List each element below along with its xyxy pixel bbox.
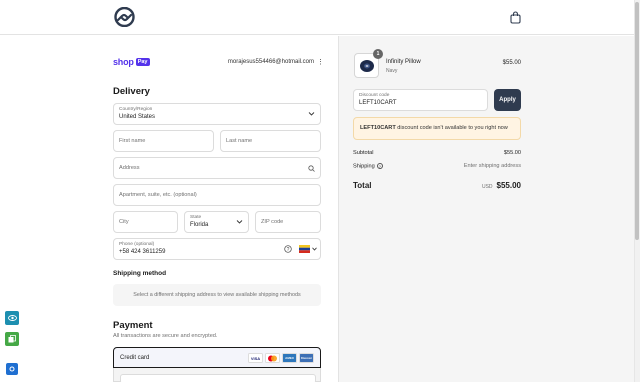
- copy-icon[interactable]: [5, 332, 19, 346]
- discount-code-field[interactable]: Discount code LEFT10CART: [353, 89, 488, 111]
- shipping-value: Enter shipping address: [463, 163, 521, 169]
- country-label: Country/Region: [119, 107, 153, 112]
- country-select[interactable]: Country/Region United States: [113, 103, 321, 125]
- credit-card-label: Credit card: [120, 355, 150, 361]
- account-email: morajesus554466@hotmail.com: [227, 59, 314, 65]
- chevron-down-icon: [236, 220, 243, 224]
- zip-placeholder: ZIP code: [261, 219, 284, 225]
- shopping-bag-icon[interactable]: [510, 11, 521, 24]
- warning-text: discount code isn't available to you rig…: [395, 125, 508, 131]
- chevron-down-icon: [312, 247, 317, 251]
- phone-label: Phone (optional): [119, 242, 155, 247]
- header: [0, 0, 634, 35]
- product-name: Infinity Pillow: [386, 59, 421, 65]
- total-row: Total USD $55.00: [353, 181, 521, 190]
- eye-icon[interactable]: [5, 311, 19, 325]
- more-vertical-icon[interactable]: ⋮: [317, 58, 324, 66]
- state-value: Florida: [190, 222, 209, 228]
- zip-field[interactable]: ZIP code: [255, 211, 321, 233]
- store-logo-icon[interactable]: [112, 7, 137, 27]
- search-icon: [308, 165, 315, 172]
- help-circle-icon[interactable]: ?: [376, 163, 383, 169]
- shop-pay-badge: shop Pay: [113, 56, 150, 68]
- shop-pay-pay-label: Pay: [135, 58, 150, 66]
- subtotal-row: Subtotal $55.00: [353, 150, 521, 156]
- delivery-heading: Delivery: [113, 86, 150, 97]
- total-value: $55.00: [496, 181, 521, 190]
- credit-card-fields: [113, 368, 321, 382]
- scrollbar-thumb[interactable]: [635, 2, 639, 240]
- mastercard-icon: [265, 353, 280, 363]
- address-field[interactable]: Address: [113, 157, 321, 179]
- warning-code: LEFT10CART: [360, 125, 396, 131]
- shop-pay-wordmark: shop: [113, 57, 134, 67]
- discount-code-label: Discount code: [359, 93, 390, 98]
- scrollbar[interactable]: [634, 0, 640, 382]
- city-field[interactable]: City: [113, 211, 178, 233]
- shipping-row: Shipping? Enter shipping address: [353, 163, 521, 169]
- apartment-field[interactable]: Apartment, suite, etc. (optional): [113, 184, 321, 206]
- product-price: $55.00: [502, 60, 521, 66]
- payment-heading: Payment: [113, 320, 153, 331]
- discount-warning: LEFT10CART discount code isn't available…: [353, 117, 521, 140]
- credit-card-option[interactable]: Credit card VISA AMEX Discover: [113, 347, 321, 368]
- quantity-badge: 1: [373, 49, 383, 59]
- help-circle-icon[interactable]: ?: [284, 245, 292, 253]
- shipping-label: Shipping: [353, 163, 375, 170]
- discover-icon: Discover: [299, 353, 314, 363]
- address-placeholder: Address: [119, 165, 140, 171]
- last-name-field[interactable]: Last name: [220, 130, 321, 152]
- card-number-field[interactable]: [120, 374, 316, 382]
- country-value: United States: [119, 114, 156, 120]
- subtotal-label: Subtotal: [353, 150, 374, 156]
- last-name-placeholder: Last name: [226, 138, 253, 144]
- shipping-method-message: Select a different shipping address to v…: [113, 284, 321, 306]
- settings-icon[interactable]: [6, 363, 18, 375]
- state-label: State: [190, 215, 202, 220]
- phone-field[interactable]: Phone (optional) +58 424 3611259 ?: [113, 238, 321, 260]
- product-variant: Navy: [386, 68, 398, 74]
- order-summary-panel: [338, 36, 634, 382]
- subtotal-value: $55.00: [503, 150, 521, 156]
- apartment-placeholder: Apartment, suite, etc. (optional): [119, 192, 197, 198]
- amex-icon: AMEX: [282, 353, 297, 363]
- payment-subtitle: All transactions are secure and encrypte…: [113, 333, 218, 339]
- city-placeholder: City: [119, 219, 129, 225]
- state-select[interactable]: State Florida: [184, 211, 249, 233]
- venezuela-flag-icon[interactable]: [299, 245, 310, 253]
- apply-button[interactable]: Apply: [494, 89, 521, 111]
- shipping-method-heading: Shipping method: [113, 270, 167, 277]
- chevron-down-icon: [308, 112, 315, 116]
- total-label: Total: [353, 181, 372, 190]
- total-currency: USD: [481, 184, 493, 190]
- discount-code-value: LEFT10CART: [359, 100, 397, 106]
- visa-icon: VISA: [248, 353, 263, 363]
- first-name-placeholder: First name: [119, 138, 146, 144]
- svg-text:?: ?: [287, 247, 290, 253]
- checkout-form-panel: [0, 36, 337, 382]
- first-name-field[interactable]: First name: [113, 130, 214, 152]
- phone-value: +58 424 3611259: [119, 249, 166, 255]
